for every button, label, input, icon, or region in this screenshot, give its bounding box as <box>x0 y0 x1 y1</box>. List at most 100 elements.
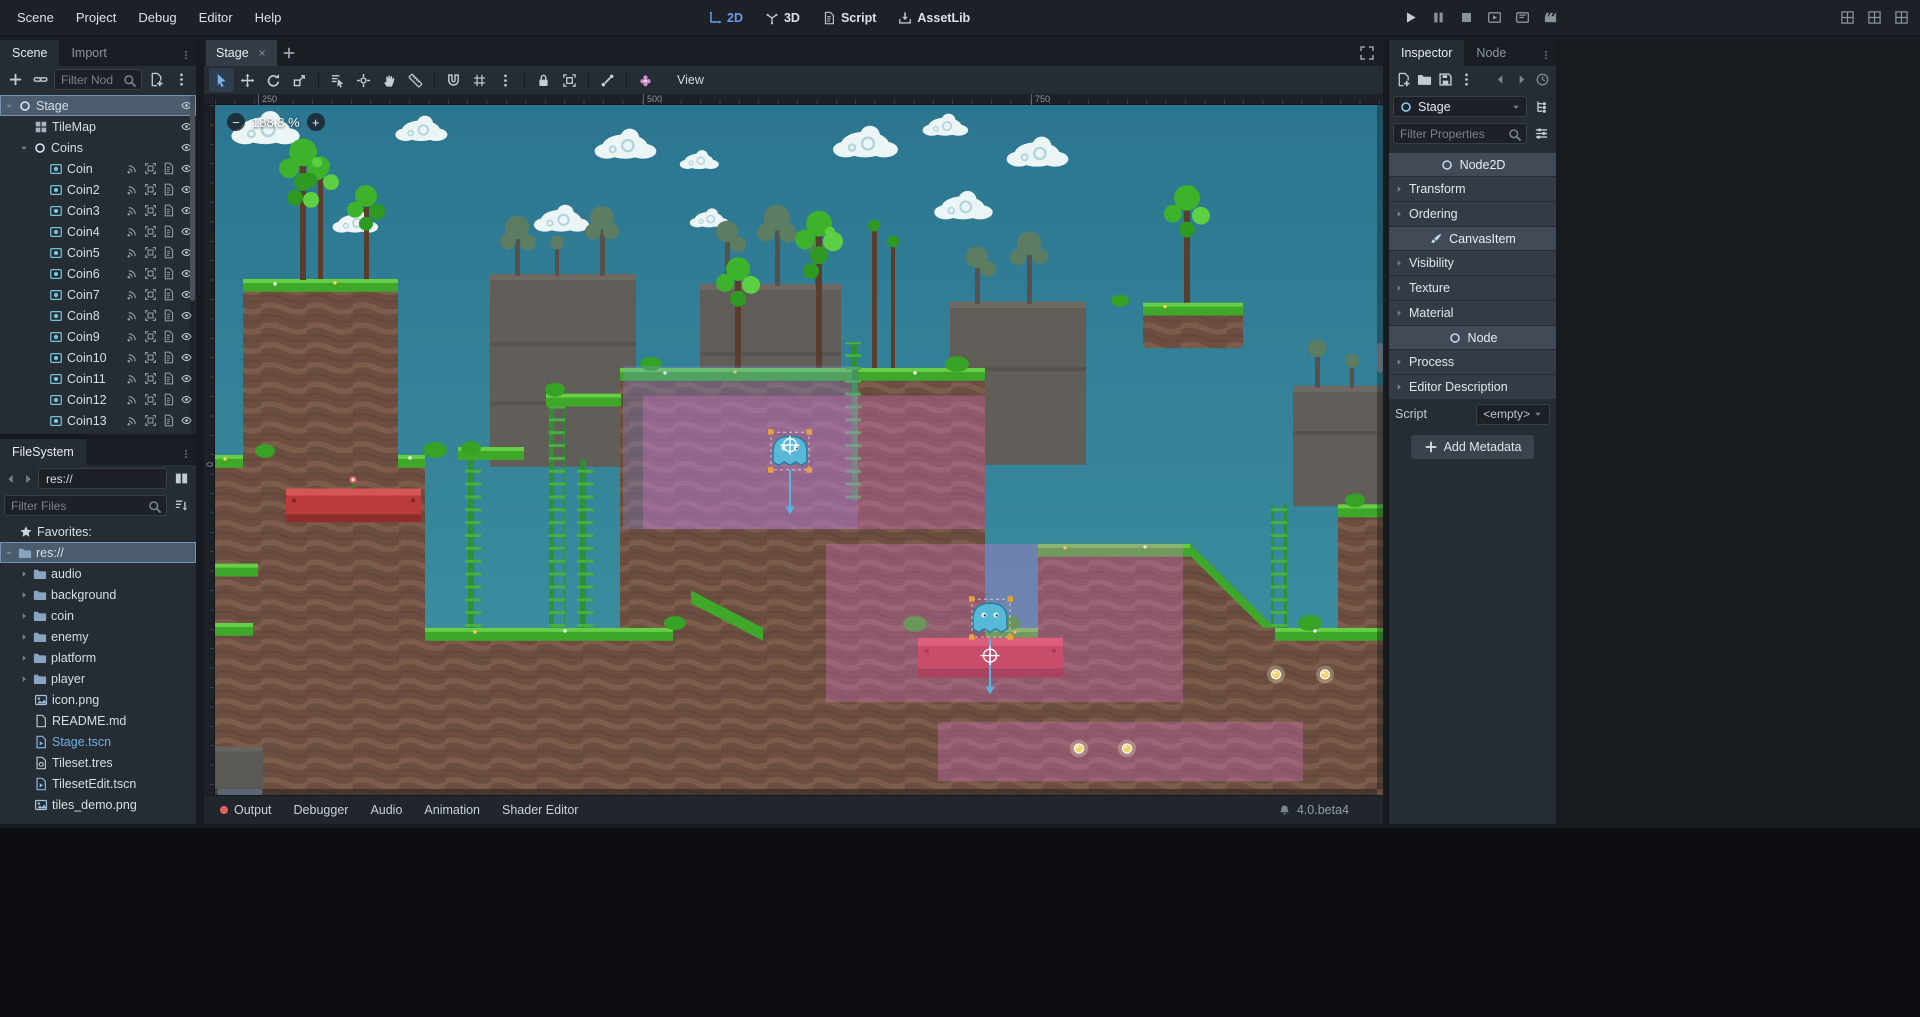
scene-node-coin8[interactable]: Coin8 <box>0 305 196 326</box>
scale-tool-button[interactable] <box>287 68 312 92</box>
scene-node-coins[interactable]: Coins <box>0 137 196 158</box>
filesystem-menu-icon[interactable] <box>181 449 191 459</box>
list-select-tool-button[interactable] <box>325 68 350 92</box>
kebab-button[interactable] <box>1456 69 1476 91</box>
rotate-tool-button[interactable] <box>261 68 286 92</box>
lock-button[interactable] <box>531 68 556 92</box>
inspector-section-ordering[interactable]: Ordering <box>1389 202 1556 226</box>
fs-item-readme-md[interactable]: README.md <box>0 710 196 731</box>
flower-button[interactable] <box>633 68 658 92</box>
fs-item-tiles-demo-png[interactable]: tiles_demo.png <box>0 794 196 815</box>
scene-dock-menu-icon[interactable] <box>181 50 191 60</box>
ruler-tool-button[interactable] <box>403 68 428 92</box>
context-tab-2d[interactable]: 2D <box>698 0 753 35</box>
playback-stop-button[interactable] <box>1456 8 1476 28</box>
grid-snap-button[interactable] <box>467 68 492 92</box>
save-button[interactable] <box>1435 69 1455 91</box>
script-attach-button[interactable] <box>145 69 167 91</box>
fs-item-coin[interactable]: coin <box>0 605 196 626</box>
bottom-tab-debugger[interactable]: Debugger <box>284 799 359 821</box>
playback-pause-button[interactable] <box>1428 8 1448 28</box>
open-scene-tree-icon[interactable] <box>1534 99 1549 114</box>
notifications-bell-icon[interactable] <box>1278 804 1291 817</box>
inspector-section-transform[interactable]: Transform <box>1389 177 1556 201</box>
playback-play-scene-button[interactable] <box>1484 8 1504 28</box>
scene-node-coin7[interactable]: Coin7 <box>0 284 196 305</box>
fs-item-icon-png[interactable]: icon.png <box>0 689 196 710</box>
playback-play-button[interactable] <box>1400 8 1420 28</box>
scene-node-coin4[interactable]: Coin4 <box>0 221 196 242</box>
pan-tool-button[interactable] <box>377 68 402 92</box>
zoom-out-button[interactable]: − <box>227 113 245 131</box>
scene-node-coin2[interactable]: Coin2 <box>0 179 196 200</box>
scene-node-tilemap[interactable]: TileMap <box>0 116 196 137</box>
scene-node-coin6[interactable]: Coin6 <box>0 263 196 284</box>
inspector-section-visibility[interactable]: Visibility <box>1389 251 1556 275</box>
context-tab-3d[interactable]: 3D <box>755 0 810 35</box>
canvas-vertical-scrollbar[interactable] <box>1377 105 1383 789</box>
inspector-tab-node[interactable]: Node <box>1464 40 1518 66</box>
fs-display-mode-icon[interactable] <box>174 471 189 486</box>
fs-back-icon[interactable] <box>4 472 18 486</box>
chev-left-button[interactable] <box>1490 69 1510 91</box>
inspector-section-texture[interactable]: Texture <box>1389 276 1556 300</box>
menu-editor[interactable]: Editor <box>188 0 244 35</box>
scene-node-stage[interactable]: Stage <box>0 95 196 116</box>
context-tab-script[interactable]: Script <box>812 0 886 35</box>
history-button[interactable] <box>1532 69 1552 91</box>
group-button[interactable] <box>557 68 582 92</box>
bone-button[interactable] <box>595 68 620 92</box>
menu-scene[interactable]: Scene <box>6 0 65 35</box>
chev-right-button[interactable] <box>1511 69 1531 91</box>
view-menu-button[interactable]: View <box>668 69 713 91</box>
scene-dock-tab-scene[interactable]: Scene <box>0 40 59 66</box>
close-tab-icon[interactable] <box>257 48 267 58</box>
fs-sort-icon[interactable] <box>174 498 189 513</box>
move-tool-button[interactable] <box>235 68 260 92</box>
folder-button[interactable] <box>1414 69 1434 91</box>
add-metadata-button[interactable]: Add Metadata <box>1411 435 1535 459</box>
scene-node-coin3[interactable]: Coin3 <box>0 200 196 221</box>
menu-debug[interactable]: Debug <box>127 0 187 35</box>
scene-dock-tab-import[interactable]: Import <box>59 40 118 66</box>
inspector-tab-inspector[interactable]: Inspector <box>1389 40 1464 66</box>
inspector-section-material[interactable]: Material <box>1389 301 1556 325</box>
zoom-in-button[interactable]: + <box>307 113 325 131</box>
new-scene-tab-button[interactable] <box>282 46 296 60</box>
plus-button[interactable] <box>4 69 26 91</box>
scene-node-coin10[interactable]: Coin10 <box>0 347 196 368</box>
scene-node-coin[interactable]: Coin <box>0 158 196 179</box>
snap-options-button[interactable] <box>493 68 518 92</box>
bottom-tab-output[interactable]: Output <box>210 799 282 821</box>
bottom-tab-shader-editor[interactable]: Shader Editor <box>492 799 588 821</box>
expand-viewport-icon[interactable] <box>1359 45 1375 61</box>
bottom-tab-audio[interactable]: Audio <box>360 799 412 821</box>
scene-node-coin5[interactable]: Coin5 <box>0 242 196 263</box>
context-tab-assetlib[interactable]: AssetLib <box>888 0 980 35</box>
smart-snap-button[interactable] <box>441 68 466 92</box>
inspector-menu-icon[interactable] <box>1541 50 1551 60</box>
scene-node-coin9[interactable]: Coin9 <box>0 326 196 347</box>
fs-item-player[interactable]: player <box>0 668 196 689</box>
new-resource-button[interactable] <box>1393 69 1413 91</box>
inspector-section-editor-description[interactable]: Editor Description <box>1389 375 1556 399</box>
inspector-options-icon[interactable] <box>1534 126 1549 141</box>
fs-forward-icon[interactable] <box>21 472 35 486</box>
fs-item-enemy[interactable]: enemy <box>0 626 196 647</box>
fs-item-stage-tscn[interactable]: Stage.tscn <box>0 731 196 752</box>
system-icon-1[interactable] <box>1838 9 1856 27</box>
system-icon-2[interactable] <box>1865 9 1883 27</box>
property-value-dropdown[interactable]: <empty> <box>1476 404 1550 425</box>
scene-node-coin13[interactable]: Coin13 <box>0 410 196 431</box>
fs-filter-input[interactable] <box>4 495 167 516</box>
pivot-tool-button[interactable] <box>351 68 376 92</box>
fs-item-platform[interactable]: platform <box>0 647 196 668</box>
fs-item-tileset-tres[interactable]: Tileset.tres <box>0 752 196 773</box>
tab-filesystem[interactable]: FileSystem <box>0 439 86 465</box>
scene-node-coin11[interactable]: Coin11 <box>0 368 196 389</box>
chain-button[interactable] <box>29 69 51 91</box>
fs-item-audio[interactable]: audio <box>0 563 196 584</box>
canvas-horizontal-scrollbar[interactable] <box>215 789 1377 795</box>
menu-project[interactable]: Project <box>65 0 127 35</box>
scene-tab-stage[interactable]: Stage <box>206 40 277 66</box>
